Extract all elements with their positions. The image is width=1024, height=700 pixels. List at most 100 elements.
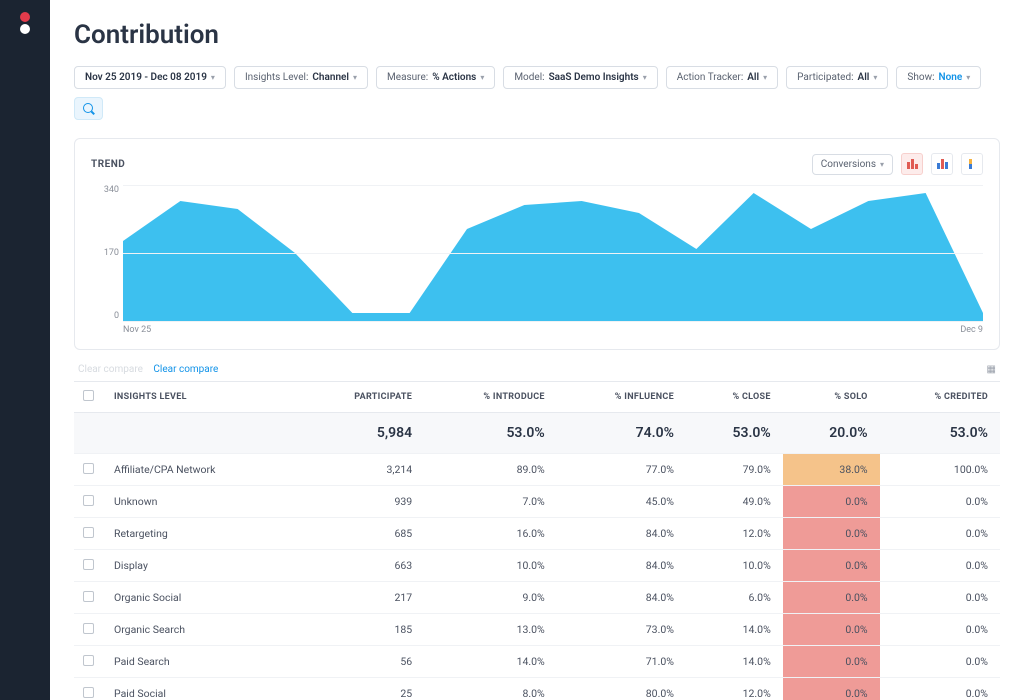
- row-name: Retargeting: [102, 518, 297, 550]
- row-introduce: 14.0%: [424, 646, 557, 678]
- col-credited[interactable]: % CREDITED: [880, 382, 1000, 413]
- row-influence: 84.0%: [557, 518, 686, 550]
- row-name: Organic Social: [102, 582, 297, 614]
- summary-participate: 5,984: [297, 413, 424, 454]
- filter-participated[interactable]: Participated: All ▾: [786, 66, 888, 89]
- col-close[interactable]: % CLOSE: [686, 382, 783, 413]
- row-participate: 685: [297, 518, 424, 550]
- main-content: Contribution Nov 25 2019 - Dec 08 2019 ▾…: [50, 0, 1024, 700]
- row-credited: 0.0%: [880, 550, 1000, 582]
- table-row: Paid Social 25 8.0% 80.0% 12.0% 0.0% 0.0…: [74, 678, 1000, 700]
- row-checkbox[interactable]: [83, 527, 94, 538]
- row-name: Affiliate/CPA Network: [102, 454, 297, 486]
- filter-action-tracker[interactable]: Action Tracker: All ▾: [666, 66, 778, 89]
- row-influence: 84.0%: [557, 582, 686, 614]
- row-checkbox[interactable]: [83, 591, 94, 602]
- table-settings-icon[interactable]: ▦: [987, 364, 996, 375]
- row-influence: 77.0%: [557, 454, 686, 486]
- chevron-down-icon: ▾: [966, 73, 970, 82]
- row-introduce: 13.0%: [424, 614, 557, 646]
- row-introduce: 9.0%: [424, 582, 557, 614]
- compare-label: Clear compare: [78, 364, 143, 375]
- search-button[interactable]: [74, 97, 103, 120]
- row-credited: 0.0%: [880, 582, 1000, 614]
- table-row: Display 663 10.0% 84.0% 10.0% 0.0% 0.0%: [74, 550, 1000, 582]
- filter-model[interactable]: Model: SaaS Demo Insights ▾: [503, 66, 657, 89]
- row-credited: 0.0%: [880, 646, 1000, 678]
- row-close: 79.0%: [686, 454, 783, 486]
- grouped-bar-icon: [937, 159, 948, 169]
- filter-show[interactable]: Show: None ▾: [896, 66, 981, 89]
- table-row: Affiliate/CPA Network 3,214 89.0% 77.0% …: [74, 454, 1000, 486]
- row-checkbox[interactable]: [83, 463, 94, 474]
- trend-chart: 340 170 0 Nov 25 Dec 9: [91, 185, 983, 335]
- chart-metric-dropdown[interactable]: Conversions ▾: [812, 154, 893, 175]
- trend-card-title: TREND: [91, 159, 125, 170]
- row-name: Unknown: [102, 486, 297, 518]
- row-influence: 80.0%: [557, 678, 686, 700]
- row-close: 14.0%: [686, 646, 783, 678]
- row-close: 49.0%: [686, 486, 783, 518]
- summary-close: 53.0%: [686, 413, 783, 454]
- chevron-down-icon: ▾: [353, 73, 357, 82]
- table-header-row: INSIGHTS LEVEL PARTICIPATE % INTRODUCE %…: [74, 382, 1000, 413]
- row-name: Display: [102, 550, 297, 582]
- row-checkbox[interactable]: [83, 687, 94, 698]
- row-credited: 100.0%: [880, 454, 1000, 486]
- row-introduce: 89.0%: [424, 454, 557, 486]
- chevron-down-icon: ▾: [763, 73, 767, 82]
- logo-dot-bottom: [20, 24, 30, 34]
- row-close: 12.0%: [686, 518, 783, 550]
- row-checkbox[interactable]: [83, 655, 94, 666]
- table-tools: Clear compare Clear compare ▦: [78, 364, 996, 375]
- row-introduce: 8.0%: [424, 678, 557, 700]
- row-credited: 0.0%: [880, 518, 1000, 550]
- chart-type-stacked-button[interactable]: [961, 153, 983, 175]
- filter-insights-level[interactable]: Insights Level: Channel ▾: [234, 66, 368, 89]
- chart-x-axis: Nov 25 Dec 9: [123, 325, 983, 335]
- row-participate: 185: [297, 614, 424, 646]
- row-name: Paid Search: [102, 646, 297, 678]
- summary-solo: 20.0%: [783, 413, 880, 454]
- col-insights-level[interactable]: INSIGHTS LEVEL: [102, 382, 297, 413]
- chevron-down-icon: ▾: [480, 73, 484, 82]
- filter-bar: Nov 25 2019 - Dec 08 2019 ▾ Insights Lev…: [74, 66, 1000, 120]
- row-introduce: 10.0%: [424, 550, 557, 582]
- row-participate: 25: [297, 678, 424, 700]
- table-row: Organic Social 217 9.0% 84.0% 6.0% 0.0% …: [74, 582, 1000, 614]
- chart-controls: Conversions ▾: [812, 153, 983, 175]
- filter-measure[interactable]: Measure: % Actions ▾: [376, 66, 495, 89]
- row-solo: 0.0%: [783, 646, 880, 678]
- chart-type-grouped-button[interactable]: [931, 153, 953, 175]
- row-influence: 73.0%: [557, 614, 686, 646]
- trend-card: TREND Conversions ▾: [74, 138, 1000, 350]
- row-checkbox[interactable]: [83, 623, 94, 634]
- chart-plot-area: [123, 185, 983, 321]
- col-solo[interactable]: % SOLO: [783, 382, 880, 413]
- row-influence: 84.0%: [557, 550, 686, 582]
- chevron-down-icon: ▾: [873, 73, 877, 82]
- row-solo: 0.0%: [783, 678, 880, 700]
- row-participate: 217: [297, 582, 424, 614]
- filter-date-range[interactable]: Nov 25 2019 - Dec 08 2019 ▾: [74, 66, 226, 89]
- chart-type-bar-button[interactable]: [901, 153, 923, 175]
- col-introduce[interactable]: % INTRODUCE: [424, 382, 557, 413]
- chart-y-axis: 340 170 0: [91, 185, 119, 321]
- table-row: Organic Search 185 13.0% 73.0% 14.0% 0.0…: [74, 614, 1000, 646]
- col-participate[interactable]: PARTICIPATE: [297, 382, 424, 413]
- row-participate: 663: [297, 550, 424, 582]
- row-credited: 0.0%: [880, 678, 1000, 700]
- row-participate: 939: [297, 486, 424, 518]
- row-checkbox[interactable]: [83, 495, 94, 506]
- chevron-down-icon: ▾: [643, 73, 647, 82]
- row-credited: 0.0%: [880, 486, 1000, 518]
- select-all-checkbox[interactable]: [83, 390, 94, 401]
- table-row: Retargeting 685 16.0% 84.0% 12.0% 0.0% 0…: [74, 518, 1000, 550]
- row-influence: 71.0%: [557, 646, 686, 678]
- row-checkbox[interactable]: [83, 559, 94, 570]
- row-solo: 38.0%: [783, 454, 880, 486]
- row-participate: 56: [297, 646, 424, 678]
- clear-compare-link[interactable]: Clear compare: [153, 364, 218, 375]
- logo-dot-top: [20, 12, 30, 22]
- col-influence[interactable]: % INFLUENCE: [557, 382, 686, 413]
